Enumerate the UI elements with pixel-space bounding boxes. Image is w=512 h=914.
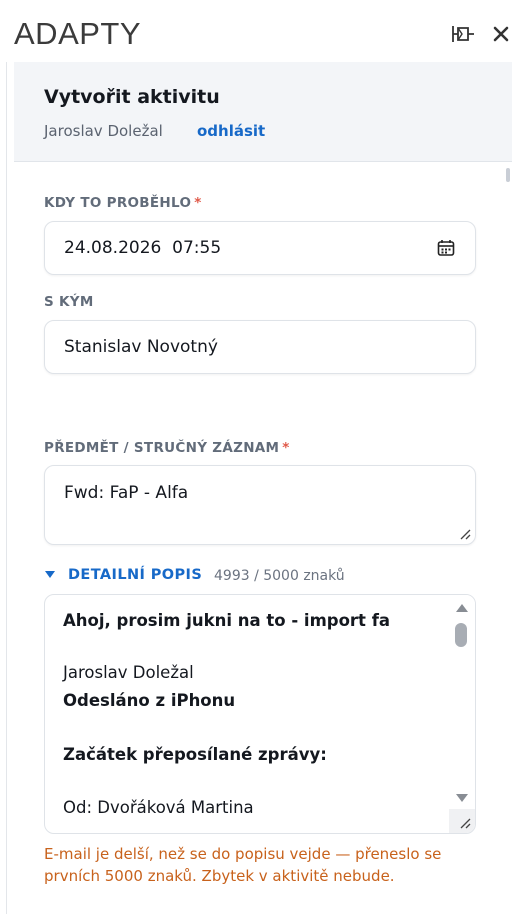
form-header: Vytvořit aktivitu Jaroslav Doležal odhlá… [14, 62, 512, 162]
required-mark: * [194, 195, 202, 211]
caret-down-icon[interactable] [44, 570, 56, 580]
detail-line: Od: Dvořáková Martina [63, 798, 254, 817]
calendar-icon[interactable] [437, 239, 455, 257]
scroll-down-icon[interactable] [455, 793, 469, 803]
detail-line: Odesláno z iPhonu [63, 691, 236, 710]
when-datetime-input[interactable]: 24.08.2026 07:55 [44, 221, 476, 275]
with-person-input[interactable]: Stanislav Novotný [44, 320, 476, 374]
detail-toggle-label[interactable]: DETAILNÍ POPIS [68, 567, 202, 583]
resize-handle-icon[interactable] [459, 528, 471, 540]
detail-scrollbar[interactable] [449, 595, 475, 811]
with-label: S KÝM [44, 294, 94, 310]
detail-resize-corner[interactable] [449, 809, 475, 833]
subject-value: Fwd: FaP - Alfa [64, 483, 189, 503]
detail-line: Ahoj, prosim jukni na to - import fa [63, 611, 391, 630]
logout-link[interactable]: odhlásit [197, 122, 265, 140]
detail-textarea[interactable]: Ahoj, prosim jukni na to - import fa Jar… [44, 594, 476, 834]
resize-handle-icon[interactable] [459, 817, 471, 829]
required-mark: * [282, 440, 290, 456]
detail-line: Začátek přeposílané zprávy: [63, 745, 327, 764]
char-count: 4993 / 5000 znaků [214, 568, 345, 584]
pin-icon[interactable] [450, 22, 476, 46]
scrollbar-thumb[interactable] [455, 623, 467, 647]
app-title: ADAPTY [14, 16, 142, 51]
when-value: 24.08.2026 07:55 [64, 238, 222, 258]
close-icon[interactable] [490, 22, 512, 46]
truncation-warning: E-mail je delší, než se do popisu vejde … [44, 845, 442, 885]
subject-label: PŘEDMĚT / STRUČNÝ ZÁZNAM * [44, 440, 290, 456]
scroll-up-icon[interactable] [455, 603, 469, 613]
detail-line: Jaroslav Doležal [63, 663, 194, 682]
panel-scrollbar[interactable] [506, 168, 510, 182]
with-value: Stanislav Novotný [64, 337, 218, 357]
panel-border [6, 62, 7, 914]
when-label: KDY TO PROBĚHLO * [44, 195, 202, 211]
user-name: Jaroslav Doležal [44, 122, 163, 140]
subject-textarea[interactable]: Fwd: FaP - Alfa [44, 465, 476, 545]
form-title: Vytvořit aktivitu [44, 86, 220, 108]
